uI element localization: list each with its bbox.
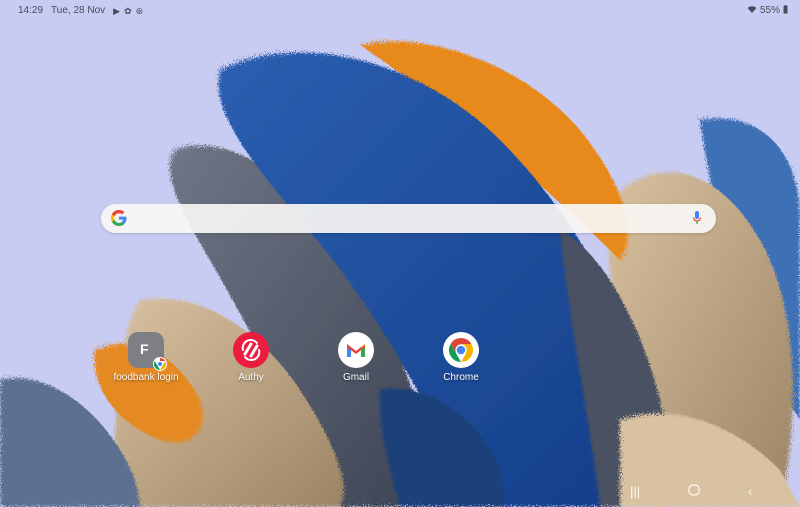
gmail-icon: [338, 332, 374, 368]
recents-button[interactable]: |||: [630, 484, 640, 499]
battery-level: 55%: [759, 5, 780, 16]
back-button[interactable]: ‹: [748, 484, 752, 499]
authy-icon: [233, 332, 269, 368]
app-label: foodbank login: [113, 372, 179, 383]
gear-icon: ✿: [124, 5, 132, 16]
foodbank-shortcut-icon: F: [128, 332, 167, 371]
home-icon: [688, 484, 700, 496]
status-right: 55%: [747, 5, 788, 16]
app-chrome[interactable]: Chrome: [421, 332, 501, 383]
foodbank-letter: F: [140, 341, 149, 357]
app-label: Authy: [238, 372, 264, 383]
google-search-bar[interactable]: [101, 204, 716, 233]
clock: 14:29: [18, 5, 44, 16]
chrome-badge-icon: [153, 357, 167, 371]
chrome-icon: [443, 332, 479, 368]
status-left: 14:29 Tue, 28 Nov ▶ ✿ ⊛: [18, 5, 143, 16]
mic-icon[interactable]: [692, 210, 702, 226]
sync-icon: ⊛: [135, 5, 144, 16]
app-label: Chrome: [443, 372, 479, 383]
app-gmail[interactable]: Gmail: [316, 332, 396, 383]
app-foodbank-login[interactable]: F foodbank login: [106, 332, 186, 383]
recents-icon: |||: [630, 484, 641, 499]
app-label: Gmail: [342, 372, 370, 383]
play-store-icon: ▶: [113, 5, 121, 16]
back-icon: ‹: [748, 484, 753, 499]
status-bar: 14:29 Tue, 28 Nov ▶ ✿ ⊛ 55%: [0, 0, 800, 20]
battery-icon: [783, 5, 788, 16]
wallpaper: [0, 0, 800, 507]
app-authy[interactable]: Authy: [211, 332, 291, 383]
date: Tue, 28 Nov: [51, 5, 106, 16]
google-logo: [111, 210, 127, 226]
home-button[interactable]: [688, 484, 700, 499]
wifi-icon: [747, 5, 757, 16]
